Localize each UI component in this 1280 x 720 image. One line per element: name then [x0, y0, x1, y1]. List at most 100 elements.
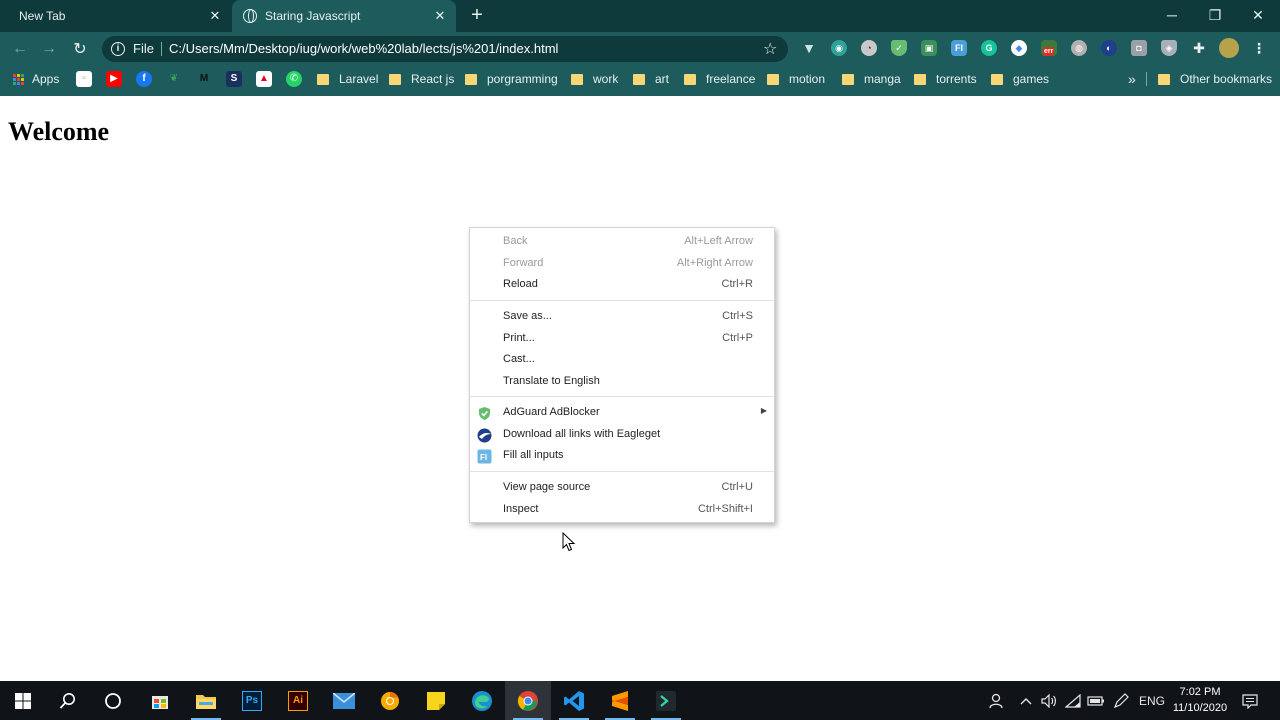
fill-all-inputs-icon[interactable]: FI: [951, 40, 967, 56]
address-bar[interactable]: i File C:/Users/Mm/Desktop/iug/work/web%…: [102, 36, 788, 62]
bookmark-folder-motion[interactable]: motion: [767, 66, 825, 92]
eye-extension-icon[interactable]: ◉: [831, 40, 847, 56]
eagleget-icon[interactable]: ◐: [1101, 40, 1117, 56]
chrome-canary-icon[interactable]: [367, 681, 413, 720]
extensions-puzzle-icon[interactable]: ✚: [1191, 40, 1207, 56]
pen-workspace-icon[interactable]: [1110, 681, 1132, 720]
google-icon[interactable]: ◆: [1011, 40, 1027, 56]
menu-separator: [470, 471, 774, 472]
battery-icon[interactable]: [1086, 681, 1106, 720]
bookmark-folder-work[interactable]: work: [571, 66, 618, 92]
bookmarks-overflow-button[interactable]: »: [1128, 66, 1136, 92]
tab-close-icon[interactable]: ✕: [432, 8, 448, 24]
bookmark-star-icon[interactable]: ☆: [763, 39, 777, 59]
menu-item-reload[interactable]: Reload Ctrl+R: [470, 275, 774, 296]
html-extension-icon[interactable]: err: [1041, 40, 1057, 56]
menu-item-adguard[interactable]: AdGuard AdBlocker ▶: [470, 403, 774, 424]
tray-chevron-up-icon[interactable]: [1017, 681, 1035, 720]
new-tab-button[interactable]: +: [466, 5, 488, 27]
menu-item-translate[interactable]: Translate to English: [470, 372, 774, 393]
bookmark-folder-react-js[interactable]: React js: [389, 66, 454, 92]
menu-item-back[interactable]: Back Alt+Left Arrow: [470, 232, 774, 253]
bookmark-apps[interactable]: Apps: [13, 66, 59, 92]
volume-icon[interactable]: [1039, 681, 1059, 720]
adobe-icon[interactable]: ▲: [256, 71, 272, 87]
chrome-menu-icon[interactable]: ⋮: [1251, 40, 1267, 56]
menu-item-label: Cast...: [503, 353, 535, 365]
tab-staring-javascript[interactable]: Staring Javascript ✕: [232, 0, 456, 32]
menu-item-cast[interactable]: Cast...: [470, 350, 774, 371]
youtube-icon[interactable]: ▶: [106, 71, 122, 87]
folder-icon: [1158, 73, 1170, 85]
s-bookmark-icon[interactable]: S: [226, 71, 242, 87]
whatsapp-icon[interactable]: ✆: [286, 71, 302, 87]
vscode-icon[interactable]: [551, 681, 597, 720]
minimize-button[interactable]: ─: [1150, 0, 1194, 30]
profile-avatar[interactable]: [1219, 38, 1239, 58]
mouse-pointer-icon: [562, 532, 576, 552]
sublime-text-icon[interactable]: [597, 681, 643, 720]
edge-icon[interactable]: [459, 681, 505, 720]
chrome-icon[interactable]: [505, 681, 551, 720]
windows-start-icon[interactable]: [0, 681, 46, 720]
folder-icon: [317, 73, 329, 85]
bookmark-folder-freelance[interactable]: freelance: [684, 66, 755, 92]
camera-extension-icon[interactable]: ◘: [1131, 40, 1147, 56]
info-icon[interactable]: i: [111, 42, 125, 56]
cortana-icon[interactable]: [90, 681, 136, 720]
grammarly-icon[interactable]: G: [981, 40, 997, 56]
globe-icon: [243, 9, 257, 23]
photoshop-icon[interactable]: Ps: [229, 681, 275, 720]
tab-close-icon[interactable]: ✕: [207, 8, 223, 24]
file-explorer-icon[interactable]: [183, 681, 229, 720]
bookmark-folder-torrents[interactable]: torrents: [914, 66, 977, 92]
image-extension-icon[interactable]: ▣: [921, 40, 937, 56]
bookmark-folder-laravel[interactable]: Laravel: [317, 66, 378, 92]
bookmark-label: work: [593, 72, 619, 86]
notifications-icon[interactable]: [1238, 681, 1262, 720]
bookmark-folder-manga[interactable]: manga: [842, 66, 901, 92]
window-close-button[interactable]: ✕: [1236, 0, 1280, 30]
menu-item-eagleget[interactable]: Download all links with Eagleget: [470, 425, 774, 446]
bookmark-folder-porgramming[interactable]: porgramming: [465, 66, 558, 92]
facebook-icon[interactable]: f: [136, 71, 152, 87]
bookmark-folder-art[interactable]: art: [633, 66, 669, 92]
menu-item-shortcut: Alt+Left Arrow: [684, 235, 753, 247]
sticky-notes-icon[interactable]: [413, 681, 459, 720]
system-clock[interactable]: 7:02 PM 11/10/2020: [1162, 684, 1238, 716]
shield-extension-icon[interactable]: ◈: [1161, 40, 1177, 56]
clock-date: 11/10/2020: [1172, 702, 1228, 714]
people-icon[interactable]: [984, 681, 1006, 720]
menu-item-print[interactable]: Print... Ctrl+P: [470, 329, 774, 350]
menu-item-forward[interactable]: Forward Alt+Right Arrow: [470, 254, 774, 275]
menu-item-label: Save as...: [503, 310, 552, 322]
forward-arrow-icon[interactable]: →: [37, 37, 61, 61]
leaf-bookmark-icon[interactable]: ❦: [166, 71, 182, 87]
mail-icon[interactable]: [321, 681, 367, 720]
back-arrow-icon[interactable]: ←: [8, 37, 32, 61]
menu-item-fill-all-inputs[interactable]: FI Fill all inputs: [470, 446, 774, 467]
bookmark-folder-games[interactable]: games: [991, 66, 1049, 92]
medium-icon[interactable]: M: [196, 71, 212, 87]
search-icon[interactable]: [45, 681, 91, 720]
menu-item-inspect[interactable]: Inspect Ctrl+Shift+I: [470, 500, 774, 521]
illustrator-icon[interactable]: Ai: [275, 681, 321, 720]
restore-button[interactable]: ❐: [1193, 0, 1237, 30]
folder-icon: [465, 73, 477, 85]
url-text[interactable]: C:/Users/Mm/Desktop/iug/work/web%20lab/l…: [169, 41, 558, 56]
gauge-extension-icon[interactable]: ◔: [861, 40, 877, 56]
bookmarks-bar: Apps ▫ ▶ f ❦ M S ▲ ✆ Laravel React js po…: [0, 66, 1280, 96]
reload-icon[interactable]: ↻: [68, 37, 92, 61]
wifi-icon[interactable]: [1063, 681, 1083, 720]
menu-item-view-page-source[interactable]: View page source Ctrl+U: [470, 478, 774, 499]
vue-devtools-icon[interactable]: ▼: [801, 40, 817, 56]
doc-bookmark-icon[interactable]: ▫: [76, 71, 92, 87]
bookmark-other-bookmarks[interactable]: Other bookmarks: [1158, 66, 1272, 92]
adguard-icon[interactable]: ✓: [891, 40, 907, 56]
globe-extension-icon[interactable]: ◍: [1071, 40, 1087, 56]
store-icon[interactable]: [137, 681, 183, 720]
tab-new-tab[interactable]: New Tab ✕: [0, 0, 231, 32]
terminal-app-icon[interactable]: [643, 681, 689, 720]
menu-item-save-as[interactable]: Save as... Ctrl+S: [470, 307, 774, 328]
bookmark-label: Laravel: [339, 72, 379, 86]
